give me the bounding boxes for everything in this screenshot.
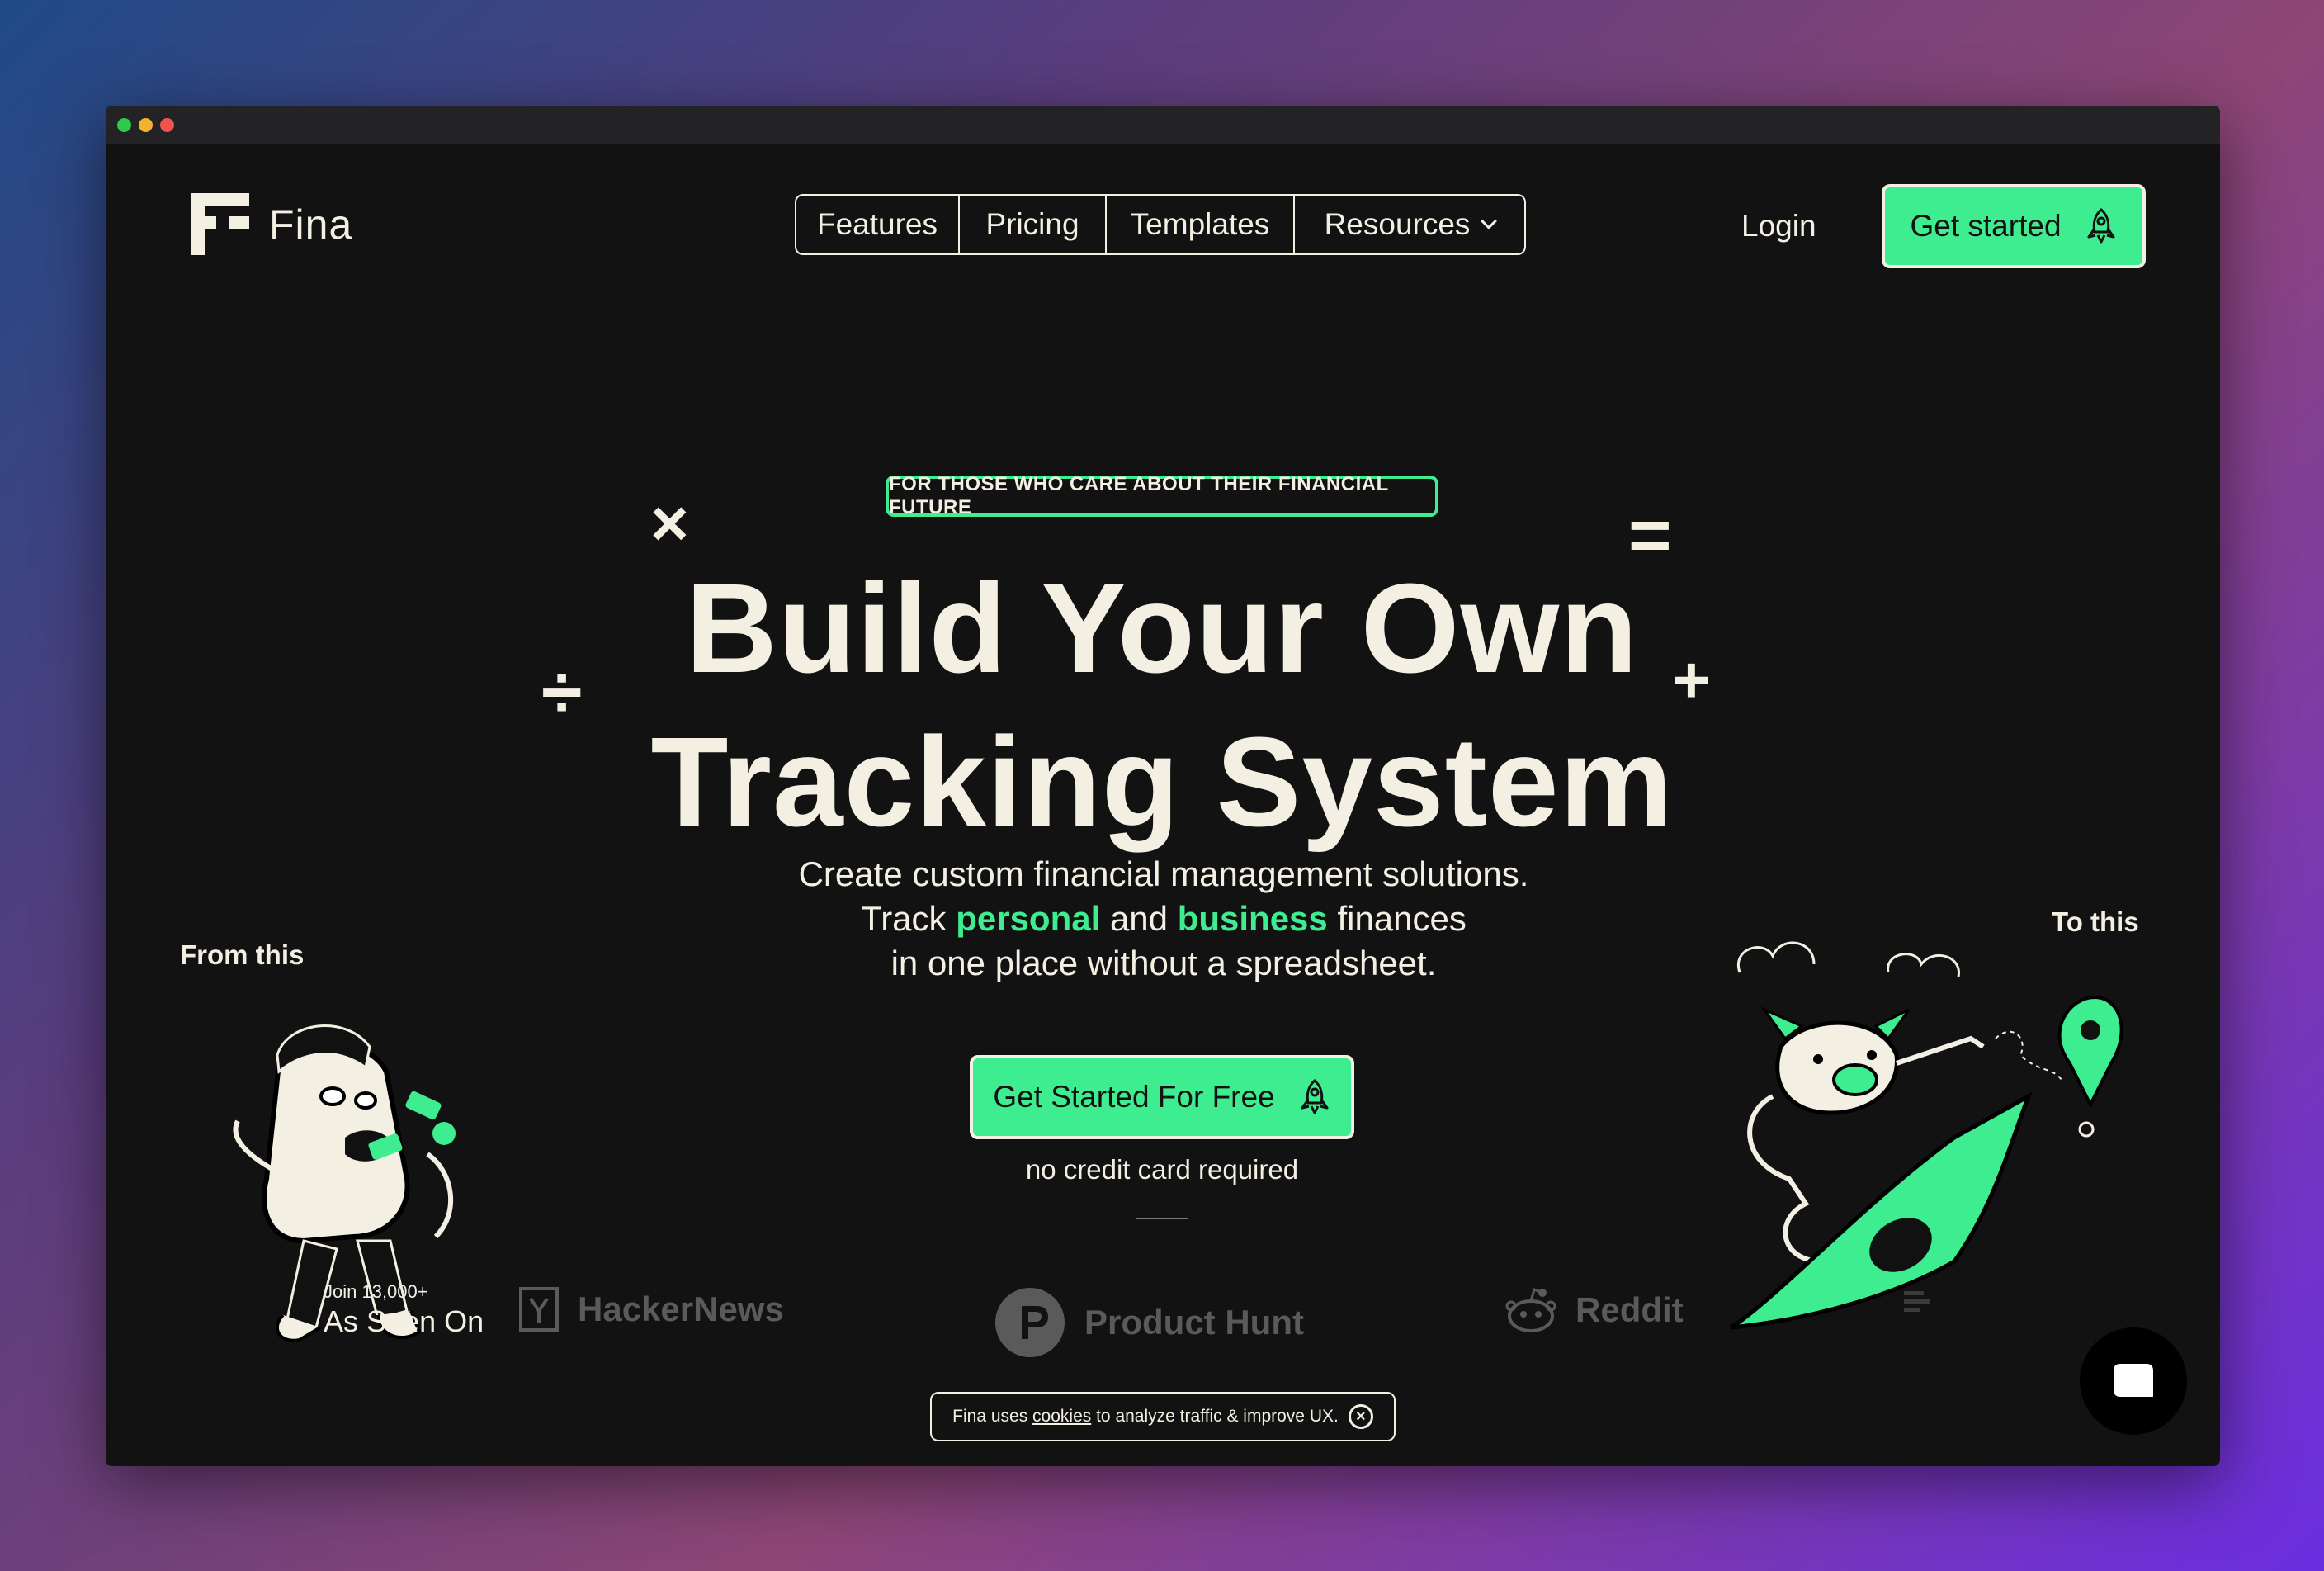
cookies-link[interactable]: cookies: [1032, 1407, 1091, 1426]
subtext-and: and: [1109, 899, 1169, 938]
cookie-prefix: Fina uses: [952, 1407, 1028, 1426]
hero-subtext: Create custom financial management solut…: [683, 852, 1644, 986]
hackernews-logo[interactable]: HackerNews: [518, 1286, 784, 1332]
nav-pricing-label: Pricing: [985, 207, 1079, 241]
subtext-line-2: Track personal and business finances: [683, 897, 1644, 941]
hero-badge: FOR THOSE WHO CARE ABOUT THEIR FINANCIAL…: [886, 473, 1438, 518]
chat-widget-button[interactable]: [2080, 1327, 2187, 1435]
brand-name: Fina: [269, 201, 353, 248]
subtext-track: Track: [861, 899, 947, 938]
get-started-label: Get started: [1910, 209, 2062, 243]
browser-window: Fina Features Pricing Templates Resource…: [106, 106, 2220, 1466]
chevron-down-icon: [1481, 213, 1498, 229]
as-seen-on-label: As Seen On: [324, 1304, 484, 1338]
cta-note: no credit card required: [1025, 1154, 1299, 1185]
hero-headline: Build Your Own Tracking System: [518, 551, 1806, 859]
brand-logo[interactable]: Fina: [191, 193, 352, 255]
title-bar: [106, 106, 2220, 144]
subtext-personal: personal: [956, 899, 1101, 938]
times-symbol: ×: [650, 486, 689, 560]
nav-resources[interactable]: Resources: [1295, 194, 1526, 255]
login-link[interactable]: Login: [1741, 203, 1816, 249]
reddit-logo[interactable]: Reddit: [1504, 1286, 1684, 1334]
hackernews-label: HackerNews: [578, 1289, 784, 1328]
cta-label: Get Started For Free: [993, 1080, 1275, 1114]
reddit-icon: [1505, 1287, 1556, 1332]
nav-features[interactable]: Features: [795, 194, 960, 255]
nav-templates-label: Templates: [1130, 207, 1270, 241]
window-minimize-button[interactable]: [139, 118, 153, 132]
subtext-line-3: in one place without a spreadsheet.: [890, 944, 1437, 982]
nav-pricing[interactable]: Pricing: [960, 194, 1107, 255]
join-count: Join 13,000+: [324, 1281, 428, 1302]
happy-bull-illustration: [1730, 941, 2123, 1330]
window-close-button[interactable]: [117, 118, 131, 132]
rocket-icon: [1301, 1079, 1329, 1114]
main-nav: Features Pricing Templates Resources: [795, 194, 1526, 255]
get-started-free-button[interactable]: Get Started For Free: [970, 1055, 1354, 1139]
hackernews-icon: [519, 1287, 559, 1332]
nav-templates[interactable]: Templates: [1107, 194, 1295, 255]
cookie-text: Fina uses cookies to analyze traffic & i…: [952, 1407, 1339, 1427]
fina-logo-icon: [191, 193, 249, 255]
window-zoom-button[interactable]: [160, 118, 174, 132]
headline-line-1: Build Your Own: [685, 557, 1639, 699]
subtext-business: business: [1177, 899, 1328, 938]
more-logos-icon: [1902, 1286, 1932, 1316]
subtext-line-1: Create custom financial management solut…: [798, 854, 1529, 893]
producthunt-label: Product Hunt: [1084, 1303, 1304, 1342]
cookie-banner: Fina uses cookies to analyze traffic & i…: [930, 1392, 1396, 1441]
close-icon[interactable]: ×: [1348, 1404, 1373, 1429]
chat-bubble-icon: [2114, 1364, 2153, 1397]
producthunt-icon: [995, 1288, 1065, 1357]
headline-line-2: Tracking System: [650, 711, 1674, 853]
divider: [1136, 1218, 1188, 1219]
cookie-suffix: to analyze traffic & improve UX.: [1096, 1407, 1339, 1426]
subtext-finances: finances: [1337, 899, 1467, 938]
nav-features-label: Features: [816, 207, 938, 241]
rocket-icon: [2087, 208, 2115, 244]
producthunt-logo[interactable]: Product Hunt: [994, 1286, 1304, 1359]
get-started-button[interactable]: Get started: [1882, 184, 2146, 268]
reddit-label: Reddit: [1575, 1290, 1684, 1329]
nav-resources-label: Resources: [1324, 207, 1471, 241]
